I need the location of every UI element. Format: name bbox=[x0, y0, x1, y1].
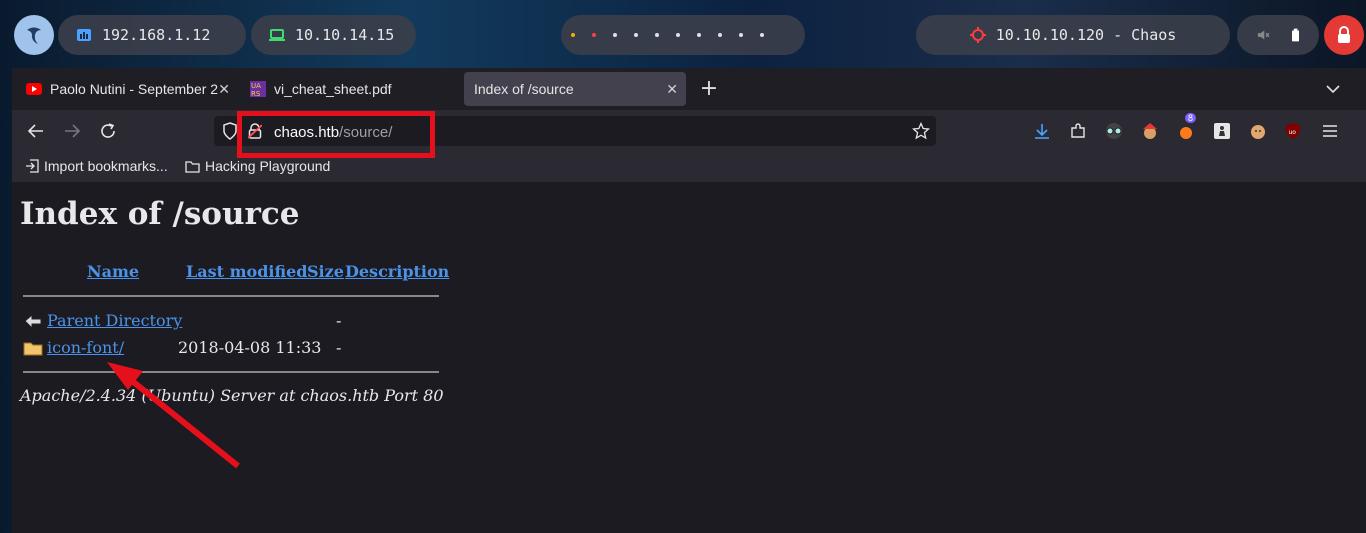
system-top-bar: 192.168.1.12 10.10.14.15 10.10.10.120 - … bbox=[0, 0, 1366, 68]
column-header-name[interactable]: Name bbox=[87, 262, 139, 281]
tab-pdf[interactable]: UA RS vi_cheat_sheet.pdf bbox=[240, 72, 462, 106]
bookmarks-toolbar: Import bookmarks... Hacking Playground bbox=[12, 152, 1366, 182]
youtube-icon bbox=[26, 83, 42, 95]
row-size: - bbox=[336, 311, 342, 330]
forward-arrow-icon bbox=[65, 124, 81, 138]
lock-icon bbox=[1338, 26, 1350, 43]
target-text: 10.10.10.120 - Chaos bbox=[995, 26, 1177, 44]
back-arrow-icon bbox=[27, 124, 43, 138]
icon-font-link[interactable]: icon-font/ bbox=[47, 338, 124, 357]
workspace-dot[interactable] bbox=[697, 33, 701, 37]
svg-text:RS: RS bbox=[251, 90, 261, 97]
svg-text:UA: UA bbox=[251, 82, 261, 90]
column-header-size[interactable]: Size bbox=[307, 262, 344, 281]
shield-icon[interactable] bbox=[222, 122, 238, 140]
lan-ip-text: 192.168.1.12 bbox=[102, 26, 211, 44]
back-button[interactable] bbox=[23, 118, 49, 144]
ublock-shield-icon: uo bbox=[1286, 123, 1300, 139]
row-modified: 2018-04-08 11:33 bbox=[178, 338, 322, 357]
highlight-box bbox=[237, 111, 435, 158]
vpn-ip-text: 10.10.14.15 bbox=[295, 26, 395, 44]
fox-extension-icon bbox=[1180, 127, 1192, 139]
target-widget[interactable]: 10.10.10.120 - Chaos bbox=[916, 15, 1230, 55]
vpn-ip-widget[interactable]: 10.10.14.15 bbox=[251, 15, 416, 55]
workspace-dot[interactable] bbox=[760, 33, 764, 37]
downloads-button[interactable] bbox=[1029, 118, 1055, 144]
pdf-icon: UARS bbox=[250, 81, 266, 97]
workspace-dot[interactable] bbox=[718, 33, 722, 37]
cookie-face-icon bbox=[1251, 125, 1265, 139]
folder-icon bbox=[23, 342, 43, 356]
bookmark-import[interactable]: Import bookmarks... bbox=[25, 158, 168, 174]
folder-icon bbox=[185, 160, 200, 173]
browser-window: Paolo Nutini - September 2 ✕ UA RS vi_che… bbox=[12, 68, 1366, 533]
column-header-description[interactable]: Description bbox=[345, 262, 449, 281]
lock-button[interactable] bbox=[1324, 15, 1364, 55]
bookmark-label: Hacking Playground bbox=[205, 158, 331, 174]
workspace-dot[interactable] bbox=[571, 33, 575, 37]
tab-label: Index of /source bbox=[474, 81, 574, 97]
tab-list-button[interactable] bbox=[1322, 78, 1344, 100]
kali-dragon-icon bbox=[27, 27, 41, 44]
page-content: Index of /source Name Last modified Size… bbox=[12, 182, 1366, 533]
status-widget[interactable] bbox=[1237, 15, 1319, 55]
laptop-icon bbox=[269, 29, 285, 41]
extension-button[interactable] bbox=[1101, 118, 1127, 144]
column-header-modified[interactable]: Last modified bbox=[186, 262, 307, 281]
puzzle-icon bbox=[1071, 123, 1085, 138]
close-icon[interactable]: ✕ bbox=[218, 81, 230, 98]
close-icon[interactable]: ✕ bbox=[666, 81, 678, 98]
tab-strip: Paolo Nutini - September 2 ✕ UA RS vi_che… bbox=[12, 68, 1366, 110]
forward-button[interactable] bbox=[59, 118, 85, 144]
workspace-dot[interactable] bbox=[655, 33, 659, 37]
bookmark-label: Import bookmarks... bbox=[44, 158, 168, 174]
tab-youtube[interactable]: Paolo Nutini - September 2 ✕ bbox=[16, 72, 238, 106]
page-title: Index of /source bbox=[20, 196, 300, 232]
new-tab-button[interactable]: + bbox=[696, 76, 722, 102]
spy-glasses-icon bbox=[1106, 123, 1122, 139]
santa-cookie-icon bbox=[1143, 123, 1157, 139]
import-icon bbox=[26, 159, 39, 173]
svg-text:uo: uo bbox=[1289, 129, 1297, 136]
bookmark-folder-hacking-playground[interactable]: Hacking Playground bbox=[185, 158, 330, 174]
tab-label: vi_cheat_sheet.pdf bbox=[274, 81, 392, 97]
extension-button[interactable]: 8 bbox=[1173, 113, 1199, 144]
back-folder-icon bbox=[24, 313, 42, 329]
mute-icon[interactable] bbox=[1257, 28, 1270, 42]
workspace-dot[interactable] bbox=[676, 33, 680, 37]
server-signature: Apache/2.4.34 (Ubuntu) Server at chaos.h… bbox=[20, 386, 444, 405]
chevron-down-icon bbox=[1326, 85, 1340, 94]
row-size: - bbox=[336, 338, 342, 357]
reload-button[interactable] bbox=[95, 118, 121, 144]
workspace-dot[interactable] bbox=[592, 33, 596, 37]
extension-button[interactable]: uo bbox=[1280, 118, 1306, 144]
battery-icon bbox=[1291, 28, 1299, 42]
parent-directory-link[interactable]: Parent Directory bbox=[47, 311, 182, 330]
navigation-toolbar: chaos.htb/source/ 8 uo bbox=[12, 110, 1366, 152]
extension-button[interactable] bbox=[1245, 118, 1271, 144]
divider bbox=[23, 295, 439, 297]
workspace-dot[interactable] bbox=[613, 33, 617, 37]
launcher-button[interactable] bbox=[14, 15, 54, 55]
reload-icon bbox=[101, 123, 115, 138]
tab-label: Paolo Nutini - September 2 bbox=[50, 81, 218, 97]
workspace-dot[interactable] bbox=[634, 33, 638, 37]
chess-icon bbox=[1214, 123, 1230, 139]
network-icon bbox=[77, 29, 91, 41]
download-icon bbox=[1035, 124, 1049, 139]
lan-ip-widget[interactable]: 192.168.1.12 bbox=[58, 15, 246, 55]
divider bbox=[23, 371, 439, 373]
extension-badge: 8 bbox=[1185, 113, 1197, 123]
workspace-dot[interactable] bbox=[739, 33, 743, 37]
tab-index-source[interactable]: Index of /source ✕ bbox=[464, 72, 686, 106]
extension-button[interactable] bbox=[1209, 118, 1235, 144]
bookmark-star-icon[interactable] bbox=[912, 122, 930, 140]
menu-button[interactable] bbox=[1317, 118, 1343, 144]
target-icon bbox=[969, 27, 986, 43]
extensions-button[interactable] bbox=[1065, 118, 1091, 144]
hamburger-menu-icon bbox=[1323, 125, 1337, 137]
extension-button[interactable] bbox=[1137, 118, 1163, 144]
workspace-switcher[interactable] bbox=[561, 15, 805, 55]
